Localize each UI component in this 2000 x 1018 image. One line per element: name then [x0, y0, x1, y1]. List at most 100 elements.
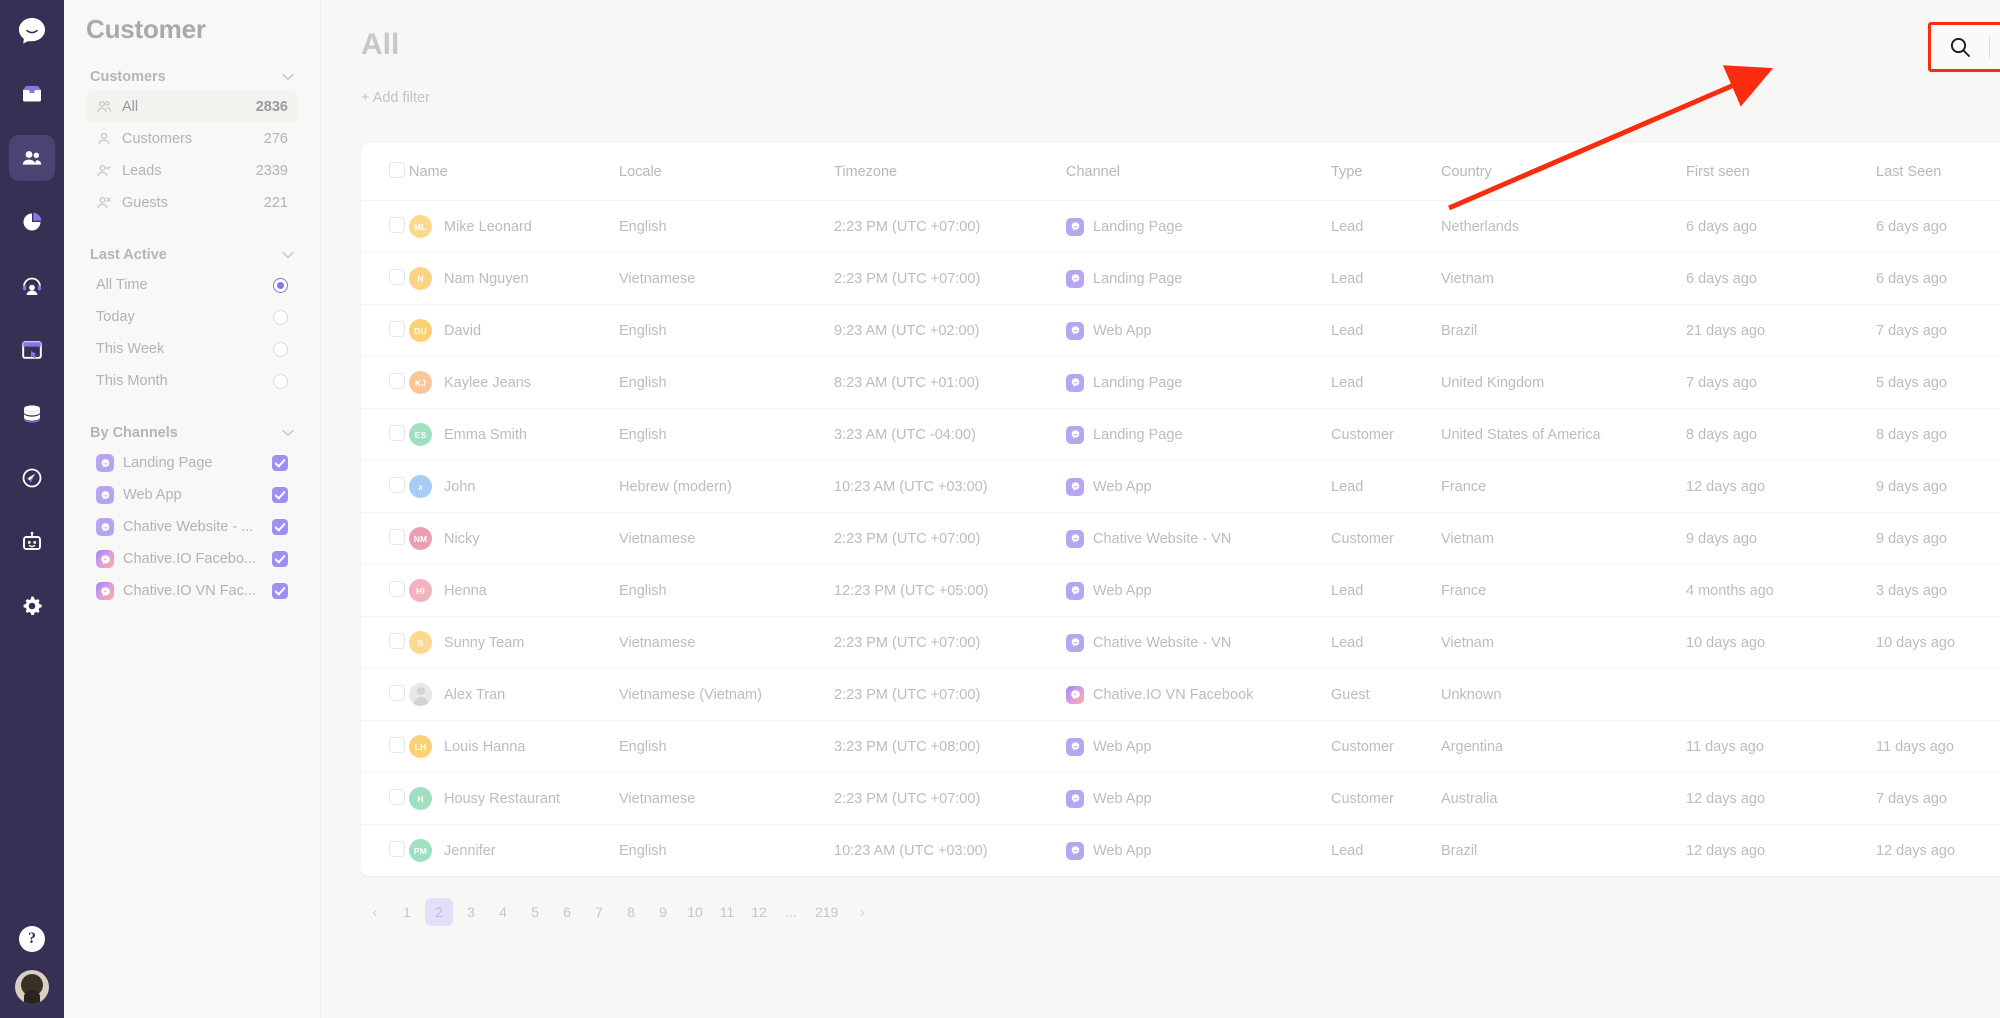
rail-item-archive[interactable] [9, 327, 55, 373]
rail-item-settings[interactable] [9, 583, 55, 629]
sidebar-item-leads[interactable]: Leads 2339 [86, 155, 298, 187]
filter-this-month[interactable]: This Month [86, 365, 298, 397]
rail-item-reports[interactable] [9, 199, 55, 245]
table-row[interactable]: KJ Kaylee Jeans English 8:23 AM (UTC +01:00… [361, 356, 2000, 409]
radio-all-time[interactable] [273, 277, 288, 293]
pagination-page-6[interactable]: 6 [553, 898, 581, 926]
table-row[interactable]: PM Jennifer English 10:23 AM (UTC +03:00) We… [361, 825, 2000, 877]
filter-all-time[interactable]: All Time [86, 269, 298, 301]
rail-item-contacts[interactable] [9, 135, 55, 181]
search-button[interactable] [1945, 32, 1975, 62]
column-header-timezone[interactable]: Timezone [834, 143, 1066, 201]
filter-today[interactable]: Today [86, 301, 298, 333]
sidebar-group-last-active-header[interactable]: Last Active [86, 247, 298, 263]
row-checkbox[interactable] [389, 684, 405, 701]
add-filter-button[interactable]: + Add filter [361, 90, 430, 106]
customer-name[interactable]: Henna [444, 583, 487, 599]
pagination-page-8[interactable]: 8 [617, 898, 645, 926]
sidebar-item-all[interactable]: All 2836 [86, 91, 298, 123]
pagination-page-12[interactable]: 12 [745, 898, 773, 926]
pagination-page-2[interactable]: 2 [425, 898, 453, 926]
radio-this-week[interactable] [273, 341, 288, 357]
row-checkbox[interactable] [389, 840, 405, 857]
customer-name[interactable]: Louis Hanna [444, 739, 525, 755]
row-checkbox[interactable] [389, 268, 405, 285]
row-checkbox[interactable] [389, 320, 405, 337]
column-header-locale[interactable]: Locale [619, 143, 834, 201]
customer-name[interactable]: Jennifer [444, 843, 496, 859]
table-row[interactable]: ES Emma Smith English 3:23 AM (UTC -04:00) L… [361, 408, 2000, 461]
sidebar-group-by-channels-header[interactable]: By Channels [86, 425, 298, 441]
customer-name[interactable]: Sunny Team [444, 635, 524, 651]
help-icon[interactable]: ? [19, 926, 45, 952]
rail-item-inbox[interactable] [9, 71, 55, 117]
table-row[interactable]: Alex Tran Vietnamese (Vietnam) 2:23 PM (UT… [361, 668, 2000, 721]
radio-today[interactable] [273, 309, 288, 325]
rail-item-bot[interactable] [9, 519, 55, 565]
pagination-page-3[interactable]: 3 [457, 898, 485, 926]
channel-filter-chative-website[interactable]: Chative Website - ... [86, 511, 298, 543]
rail-item-data[interactable] [9, 391, 55, 437]
pagination-page-9[interactable]: 9 [649, 898, 677, 926]
channel-checkbox[interactable] [272, 519, 288, 535]
table-row[interactable]: ML Mike Leonard English 2:23 PM (UTC +07:00… [361, 200, 2000, 253]
column-header-last-seen[interactable]: Last Seen [1876, 143, 2000, 201]
sidebar-item-customers[interactable]: Customers 276 [86, 123, 298, 155]
column-header-type[interactable]: Type [1331, 143, 1441, 201]
table-row[interactable]: NM Nicky Vietnamese 2:23 PM (UTC +07:00) Cha… [361, 512, 2000, 565]
pagination-page-219[interactable]: 219 [809, 898, 844, 926]
customer-name[interactable]: Alex Tran [444, 687, 505, 703]
avatar[interactable] [15, 970, 49, 1004]
customer-name[interactable]: David [444, 323, 481, 339]
channel-checkbox[interactable] [272, 455, 288, 471]
customer-name[interactable]: Emma Smith [444, 427, 527, 443]
rail-item-campaign[interactable] [9, 455, 55, 501]
customer-name[interactable]: Nicky [444, 531, 479, 547]
column-header-name[interactable]: Name [409, 143, 619, 201]
pagination-next[interactable]: › [848, 898, 876, 926]
pagination-page-10[interactable]: 10 [681, 898, 709, 926]
row-checkbox[interactable] [389, 736, 405, 753]
channel-checkbox[interactable] [272, 583, 288, 599]
chat-bubble-logo-icon[interactable] [15, 14, 49, 53]
pagination-page-7[interactable]: 7 [585, 898, 613, 926]
column-header-country[interactable]: Country [1441, 143, 1686, 201]
customer-name[interactable]: Mike Leonard [444, 219, 532, 235]
customer-name[interactable]: Housy Restaurant [444, 791, 560, 807]
channel-filter-chative-io-facebook[interactable]: Chative.IO Facebo... [86, 543, 298, 575]
customer-name[interactable]: Nam Nguyen [444, 271, 529, 287]
channel-checkbox[interactable] [272, 551, 288, 567]
customer-name[interactable]: John [444, 479, 475, 495]
row-checkbox[interactable] [389, 424, 405, 441]
pagination-prev[interactable]: ‹ [361, 898, 389, 926]
channel-filter-chative-io-vn-facebook[interactable]: Chative.IO VN Fac... [86, 575, 298, 607]
sidebar-item-guests[interactable]: Guests 221 [86, 187, 298, 219]
table-row[interactable]: S Sunny Team Vietnamese 2:23 PM (UTC +07:00… [361, 616, 2000, 669]
row-checkbox[interactable] [389, 580, 405, 597]
sidebar-group-customers-header[interactable]: Customers [86, 69, 298, 85]
table-row[interactable]: DU David English 9:23 AM (UTC +02:00) Web Ap… [361, 304, 2000, 357]
table-row[interactable]: N Nam Nguyen Vietnamese 2:23 PM (UTC +07:00… [361, 252, 2000, 305]
pagination-page-4[interactable]: 4 [489, 898, 517, 926]
select-all-checkbox[interactable] [389, 162, 405, 178]
row-checkbox[interactable] [389, 528, 405, 545]
channel-checkbox[interactable] [272, 487, 288, 503]
rail-item-agents[interactable] [9, 263, 55, 309]
row-checkbox[interactable] [389, 216, 405, 233]
column-header-first-seen[interactable]: First seen [1686, 143, 1876, 201]
pagination-page-...[interactable]: ... [777, 898, 805, 926]
pagination-page-11[interactable]: 11 [713, 898, 741, 926]
pagination-page-1[interactable]: 1 [393, 898, 421, 926]
row-checkbox[interactable] [389, 476, 405, 493]
table-row[interactable]: H Housy Restaurant Vietnamese 2:23 PM (UTC … [361, 772, 2000, 825]
row-checkbox[interactable] [389, 632, 405, 649]
table-row[interactable]: HI Henna English 12:23 PM (UTC +05:00) Web A… [361, 564, 2000, 617]
channel-filter-landing-page[interactable]: Landing Page [86, 447, 298, 479]
row-checkbox[interactable] [389, 372, 405, 389]
channel-filter-web-app[interactable]: Web App [86, 479, 298, 511]
table-row[interactable]: LH Louis Hanna English 3:23 PM (UTC +08:00)… [361, 720, 2000, 773]
radio-this-month[interactable] [273, 373, 288, 389]
pagination-page-5[interactable]: 5 [521, 898, 549, 926]
table-row[interactable]: ג John Hebrew (modern) 10:23 AM (UTC +03:00… [361, 460, 2000, 513]
row-checkbox[interactable] [389, 788, 405, 805]
